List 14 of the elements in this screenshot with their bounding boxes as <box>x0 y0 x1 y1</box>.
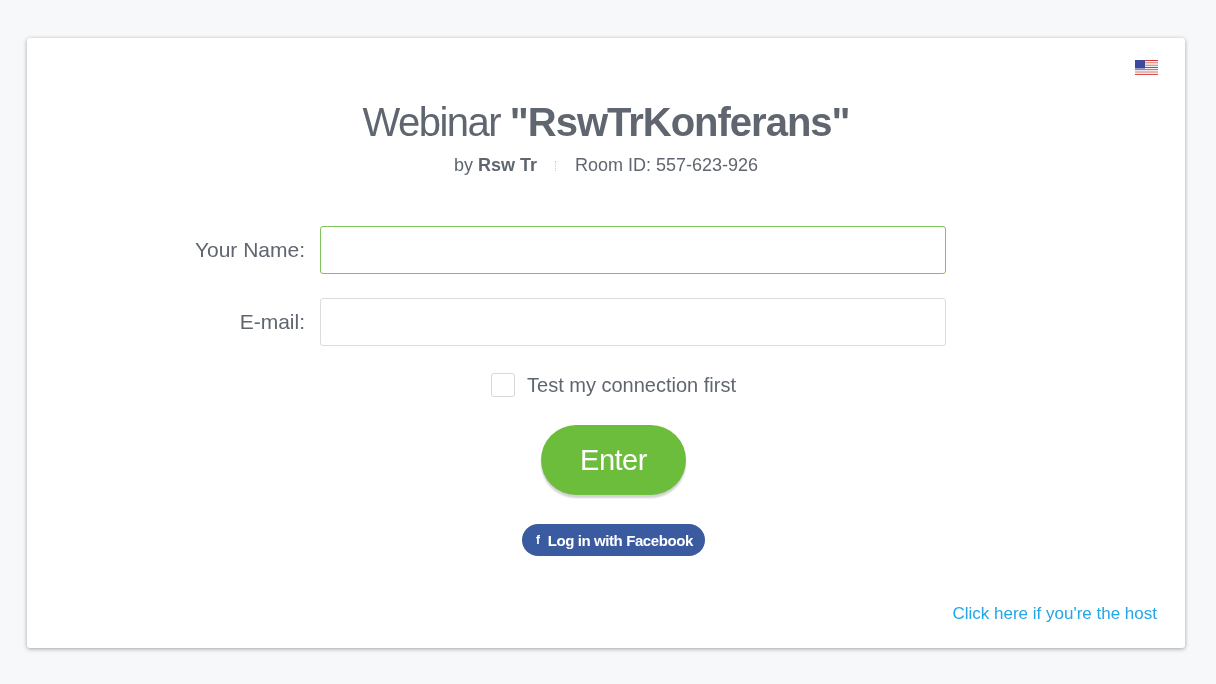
field-label: Your Name: <box>193 238 305 262</box>
input-field[interactable] <box>320 298 946 346</box>
field-label: E-mail: <box>238 310 305 334</box>
checkbox[interactable] <box>491 373 515 397</box>
host-link[interactable]: Click here if you're the host <box>952 604 1157 624</box>
input-field[interactable] <box>320 226 946 274</box>
facebook-login-button[interactable]: f Log in with Facebook <box>522 524 705 556</box>
webinar-title: Webinar "RswTrKonferans" <box>361 100 851 145</box>
room-id: Room ID: 557-623-926 <box>574 155 759 176</box>
facebook-icon: f <box>536 533 540 547</box>
enter-button[interactable]: Enter <box>541 425 686 495</box>
checkbox-label: Test my connection first <box>527 373 736 397</box>
organizer-text: by Rsw Tr <box>453 155 537 176</box>
flag-icon[interactable] <box>1135 60 1158 76</box>
